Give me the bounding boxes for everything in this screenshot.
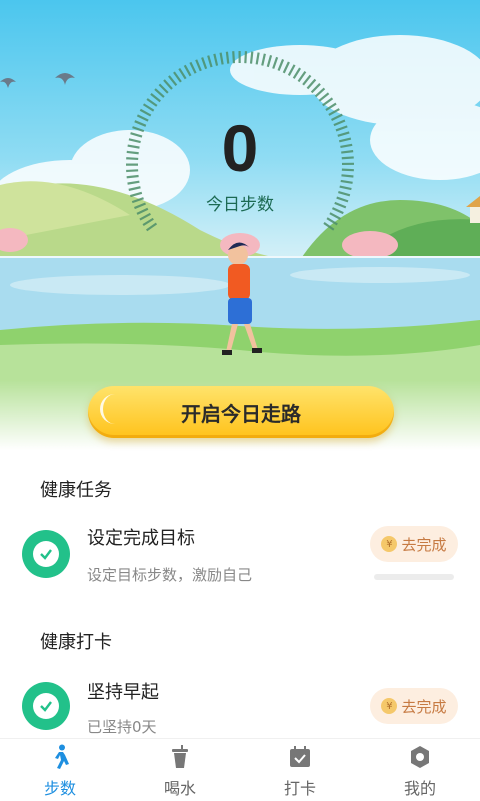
walking-icon <box>48 743 72 771</box>
tab-label: 我的 <box>404 775 436 799</box>
gauge-tick <box>284 62 289 73</box>
gauge-tick <box>159 84 167 92</box>
gauge-tick <box>299 72 306 82</box>
gauge-tick <box>245 51 246 63</box>
gauge-tick <box>151 94 160 101</box>
task-item-set-goal[interactable]: 设定完成目标 设定目标步数，激励自己 ¥ 去完成 <box>0 518 480 608</box>
go-complete-label: 去完成 <box>401 534 446 555</box>
gauge-tick <box>221 53 223 65</box>
gauge-tick <box>324 223 334 230</box>
gauge-tick <box>327 218 337 224</box>
tab-label: 打卡 <box>284 775 316 799</box>
gauge-tick <box>164 80 172 89</box>
bird-icon <box>55 73 75 85</box>
shield-check-icon <box>22 530 70 578</box>
gauge-tick <box>185 65 191 75</box>
tab-water[interactable]: 喝水 <box>120 739 240 801</box>
gauge-tick <box>294 68 300 78</box>
task-subtitle: 设定目标步数，激励自己 <box>87 564 252 585</box>
bottom-tab-bar: 步数 喝水 打卡 我的 <box>0 738 480 801</box>
gauge-tick <box>257 53 259 65</box>
gauge-tick <box>155 89 164 97</box>
gauge-tick <box>319 93 328 101</box>
gauge-tick <box>233 51 234 63</box>
calendar-check-icon <box>289 743 311 771</box>
checkin-subtitle: 已坚持0天 <box>87 716 157 737</box>
gauge-tick <box>307 79 315 88</box>
gauge-tick <box>268 55 271 67</box>
tab-steps[interactable]: 步数 <box>0 739 120 801</box>
gauge-tick <box>196 60 201 71</box>
tab-checkin[interactable]: 打卡 <box>240 739 360 801</box>
today-steps-label: 今日步数 <box>0 190 480 215</box>
gauge-tick <box>147 99 157 106</box>
gauge-tick <box>179 69 185 79</box>
go-complete-button[interactable]: ¥ 去完成 <box>370 688 458 724</box>
gauge-tick <box>174 72 181 82</box>
gauge-tick <box>262 54 265 66</box>
gauge-tick <box>303 75 310 84</box>
task-title: 设定完成目标 <box>87 524 195 550</box>
gauge-tick <box>251 52 252 64</box>
tab-label: 喝水 <box>164 775 196 799</box>
bird-icon <box>0 78 16 88</box>
start-walking-button[interactable]: 开启今日走路 <box>88 386 394 438</box>
gauge-tick <box>169 76 176 85</box>
health-checkin-heading: 健康打卡 <box>40 628 112 654</box>
gauge-tick <box>279 59 284 70</box>
go-complete-button[interactable]: ¥ 去完成 <box>370 526 458 562</box>
checkin-title: 坚持早起 <box>87 678 159 704</box>
health-tasks-heading: 健康任务 <box>40 476 112 502</box>
hexagon-user-icon <box>409 743 431 771</box>
gauge-tick <box>208 56 211 68</box>
gauge-tick <box>190 62 195 73</box>
gauge-tick <box>202 57 206 68</box>
tab-mine[interactable]: 我的 <box>360 739 480 801</box>
gauge-tick <box>143 219 153 225</box>
task-progress-bar <box>374 574 454 580</box>
cup-icon <box>169 743 191 771</box>
gauge-tick <box>312 84 320 93</box>
go-complete-label: 去完成 <box>401 696 446 717</box>
coin-icon: ¥ <box>381 698 397 714</box>
button-shine <box>100 394 127 424</box>
gauge-tick <box>227 52 228 64</box>
gauge-tick <box>316 88 325 96</box>
gauge-tick <box>289 65 295 76</box>
gauge-tick <box>273 57 277 68</box>
today-steps-count: 0 <box>0 108 480 188</box>
gauge-tick <box>214 54 217 66</box>
coin-icon: ¥ <box>381 536 397 552</box>
tab-label: 步数 <box>44 775 76 799</box>
gauge-tick <box>323 98 333 105</box>
gauge-tick <box>147 224 157 231</box>
start-walking-label: 开启今日走路 <box>181 398 301 427</box>
shield-check-icon <box>22 682 70 730</box>
